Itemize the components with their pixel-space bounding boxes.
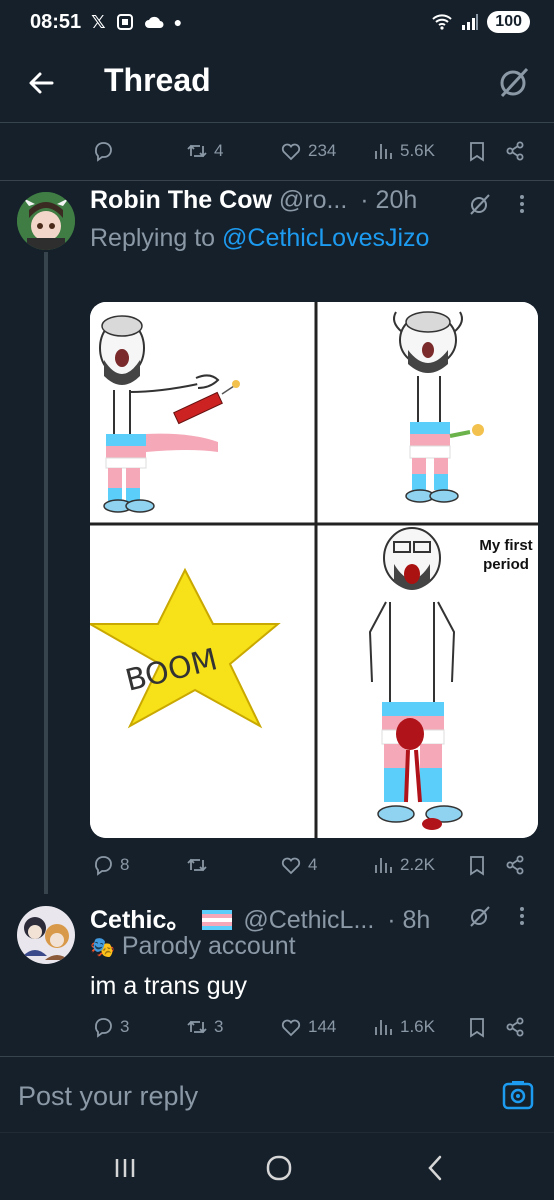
- heart-icon: [281, 1019, 301, 1037]
- tweet1-actions: 8 4 2.2K: [0, 846, 554, 886]
- meme-caption: My first period: [479, 537, 533, 573]
- share-icon[interactable]: [504, 1016, 526, 1038]
- views-count: 1.6K: [400, 1017, 435, 1036]
- reply-composer[interactable]: Post your reply: [0, 1056, 554, 1132]
- more-options-icon[interactable]: [516, 904, 528, 928]
- page-title: Thread: [104, 62, 211, 98]
- avatar-cethic[interactable]: [17, 906, 75, 964]
- heart-icon: [281, 143, 301, 161]
- recent-apps-icon[interactable]: [108, 1151, 142, 1185]
- system-nav-bar: [0, 1132, 554, 1200]
- tweet-time: · 20h: [360, 186, 418, 214]
- like-button[interactable]: 4: [280, 854, 317, 876]
- reply-icon: [95, 1018, 112, 1038]
- x-app-icon: 𝕏: [91, 11, 106, 32]
- views-button[interactable]: 5.6K: [372, 140, 435, 162]
- tweet-divider: [0, 180, 554, 181]
- reply-icon: [95, 856, 112, 876]
- views-icon: [375, 1020, 392, 1035]
- like-count: 4: [308, 855, 318, 874]
- camera-icon[interactable]: [502, 1079, 534, 1111]
- mask-icon: 🎭: [90, 937, 115, 959]
- dot-icon: ●: [173, 14, 183, 30]
- status-time: 08:51: [30, 10, 82, 33]
- views-icon: [375, 144, 392, 159]
- grok-icon[interactable]: [468, 192, 492, 216]
- author-name[interactable]: Cethic。: [90, 906, 191, 934]
- views-icon: [375, 858, 392, 873]
- author-name[interactable]: Robin The Cow: [90, 186, 272, 214]
- views-button[interactable]: 1.6K: [372, 1016, 435, 1038]
- repost-icon: [187, 858, 207, 872]
- home-icon[interactable]: [262, 1151, 296, 1185]
- like-button[interactable]: 234: [280, 140, 336, 162]
- signal-icon: [462, 14, 479, 30]
- more-options-icon[interactable]: [516, 192, 528, 216]
- grok-icon[interactable]: [496, 64, 532, 100]
- share-icon[interactable]: [504, 140, 526, 162]
- heart-icon: [281, 857, 301, 875]
- screenshot-icon: [116, 14, 133, 30]
- avatar-image: [17, 192, 75, 250]
- repost-count: 3: [214, 1017, 224, 1036]
- repost-button[interactable]: 4: [186, 140, 223, 162]
- bookmark-icon[interactable]: [466, 854, 488, 876]
- author-handle[interactable]: @ro...: [279, 186, 347, 214]
- reply-button[interactable]: 8: [92, 854, 129, 876]
- battery-indicator: 100: [487, 11, 530, 33]
- thread-header: Thread: [0, 44, 554, 122]
- tweet2-body: im a trans guy: [90, 972, 248, 1000]
- battery-level: 100: [495, 13, 522, 30]
- tweet1-header: Robin The Cow @ro... · 20h: [90, 186, 417, 215]
- share-icon[interactable]: [504, 854, 526, 876]
- parody-label-text: Parody account: [121, 932, 296, 960]
- reply-count: 8: [120, 855, 130, 874]
- replying-prefix: Replying to: [90, 224, 223, 252]
- grok-icon[interactable]: [468, 904, 492, 928]
- back-arrow-icon[interactable]: [24, 66, 58, 100]
- repost-button[interactable]: [186, 854, 214, 876]
- repost-button[interactable]: 3: [186, 1016, 223, 1038]
- repost-icon: [187, 1020, 207, 1034]
- tweet-time: · 8h: [387, 906, 431, 934]
- header-divider: [0, 122, 554, 123]
- avatar-robin[interactable]: [17, 192, 75, 250]
- views-count: 5.6K: [400, 141, 435, 160]
- reply-button[interactable]: 3: [92, 1016, 129, 1038]
- avatar-image: [17, 906, 75, 964]
- views-button[interactable]: 2.2K: [372, 854, 435, 876]
- author-handle[interactable]: @CethicL...: [243, 906, 374, 934]
- tweet-image[interactable]: BOOM My first period: [90, 302, 538, 838]
- thread-line: [44, 252, 48, 894]
- bookmark-icon[interactable]: [466, 1016, 488, 1038]
- reply-input-placeholder[interactable]: Post your reply: [18, 1081, 198, 1112]
- parody-label: 🎭 Parody account: [90, 932, 296, 961]
- tweet2-header: Cethic。 @CethicL... · 8h: [90, 900, 430, 936]
- repost-icon: [187, 144, 207, 158]
- replying-to-handle[interactable]: @CethicLovesJizo: [222, 224, 429, 252]
- reply-count: 3: [120, 1017, 130, 1036]
- views-count: 2.2K: [400, 855, 435, 874]
- repost-count: 4: [214, 141, 224, 160]
- back-icon[interactable]: [418, 1151, 452, 1185]
- trans-flag-icon: [202, 910, 233, 930]
- wifi-icon: [432, 14, 452, 30]
- prev-tweet-actions: 4 234 5.6K: [0, 132, 554, 172]
- like-count: 234: [308, 141, 337, 160]
- replying-to-line: Replying to @CethicLovesJizo: [90, 224, 429, 253]
- cloud-icon: [144, 16, 164, 28]
- tweet2-actions: 3 3 144 1.6K: [0, 1008, 554, 1048]
- meme-comic: BOOM: [90, 302, 538, 838]
- like-count: 144: [308, 1017, 337, 1036]
- like-button[interactable]: 144: [280, 1016, 336, 1038]
- bookmark-icon[interactable]: [466, 140, 488, 162]
- reply-icon: [95, 142, 112, 162]
- reply-button[interactable]: [92, 140, 120, 162]
- status-bar: 08:51 𝕏 ● 100: [0, 0, 554, 44]
